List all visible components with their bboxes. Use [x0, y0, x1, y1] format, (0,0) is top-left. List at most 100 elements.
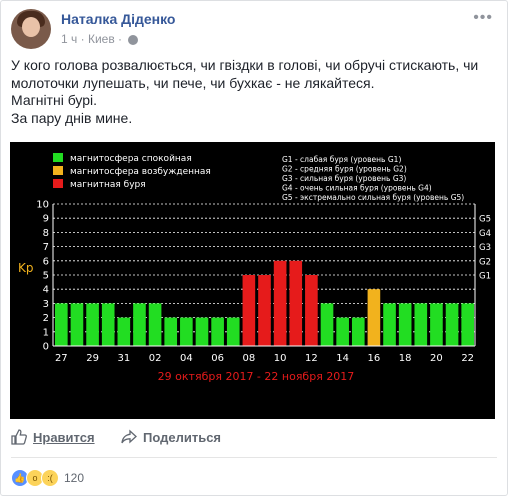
- bar: [367, 289, 381, 346]
- g-level-label: G2: [479, 257, 491, 267]
- post-text-line: За пару днів мине.: [11, 109, 133, 126]
- post-time[interactable]: 1 ч: [61, 32, 77, 46]
- bar: [86, 303, 99, 346]
- post-card: Наталка Діденко 1 ч · Киев · ••• У кого …: [0, 0, 508, 496]
- legend-swatch: [53, 179, 63, 188]
- bar: [180, 317, 193, 346]
- y-tick-label: 1: [43, 327, 49, 338]
- avatar-face: [22, 17, 40, 37]
- bar: [148, 303, 162, 346]
- like-label: Нравится: [33, 429, 95, 445]
- y-tick-label: 3: [43, 299, 49, 310]
- bar: [226, 317, 240, 346]
- bar: [461, 303, 474, 346]
- sad-reaction-icon: :(: [41, 469, 59, 487]
- legend-label: магнитосфера спокойная: [70, 154, 192, 164]
- bar: [164, 317, 178, 346]
- bar: [70, 303, 84, 346]
- bar: [351, 317, 365, 346]
- bar: [320, 303, 334, 346]
- date-range-label: 29 октября 2017 - 22 ноября 2017: [158, 370, 355, 383]
- bar: [430, 303, 443, 346]
- thumb-up-icon: [11, 429, 27, 445]
- post-actions: Нравится Поделиться: [11, 427, 497, 451]
- x-tick-label: 31: [117, 353, 130, 364]
- bar: [195, 317, 209, 346]
- y-tick-label: 6: [43, 256, 49, 267]
- x-tick-label: 02: [149, 353, 162, 364]
- x-tick-label: 14: [336, 353, 349, 364]
- globe-icon: [128, 34, 139, 45]
- kp-chart-svg: магнитосфера спокойная магнитосфера возбу…: [18, 153, 491, 383]
- divider: [11, 457, 497, 458]
- reactions-bar[interactable]: 👍 o :( 120: [11, 469, 84, 487]
- g-level-label: G4: [479, 229, 491, 239]
- bar: [398, 303, 412, 346]
- g-legend-label: G3 - сильная буря (уровень G3): [282, 174, 406, 183]
- y-tick-label: 2: [43, 313, 49, 324]
- bar: [414, 303, 428, 346]
- legend: магнитосфера спокойная магнитосфера возбу…: [53, 153, 464, 202]
- bar: [336, 317, 349, 346]
- post-meta: 1 ч · Киев ·: [61, 32, 139, 46]
- g-level-label: G1: [479, 272, 491, 282]
- legend-swatch: [53, 153, 63, 162]
- x-tick-label: 22: [461, 353, 474, 364]
- bar: [211, 317, 224, 346]
- post-text-line: Магнітні бурі.: [11, 92, 98, 108]
- bar: [273, 260, 287, 346]
- y-tick-label: 7: [43, 242, 49, 253]
- bar: [383, 303, 396, 346]
- x-tick-label: 10: [274, 353, 287, 364]
- legend-swatch: [53, 166, 63, 175]
- g-legend-label: G2 - средняя буря (уровень G2): [282, 165, 407, 174]
- bar: [101, 303, 115, 346]
- share-arrow-icon: [121, 429, 137, 444]
- post-text: У кого голова розвалюється, чи гвіздки в…: [11, 57, 495, 127]
- y-tick-label: 4: [43, 285, 49, 296]
- x-tick-label: 16: [368, 353, 381, 364]
- g-legend-label: G1 - слабая буря (уровень G1): [282, 155, 401, 164]
- x-tick-label: 20: [430, 353, 443, 364]
- g-legend-label: G5 - экстремально сильная буря (уровень …: [282, 193, 464, 202]
- bar: [305, 275, 318, 346]
- meta-separator: ·: [80, 32, 88, 46]
- y-tick-label: 10: [36, 200, 49, 211]
- post-text-line: У кого голова розвалюється, чи гвіздки в…: [11, 57, 479, 73]
- x-tick-label: 08: [243, 353, 256, 364]
- like-button[interactable]: Нравится: [11, 429, 95, 445]
- kp-index-chart[interactable]: магнитосфера спокойная магнитосфера возбу…: [10, 142, 495, 419]
- x-tick-label: 27: [55, 353, 68, 364]
- legend-label: магнитосфера возбужденная: [70, 167, 211, 177]
- avatar[interactable]: [11, 9, 51, 49]
- bar: [117, 317, 131, 346]
- y-axis-label: Kp: [18, 261, 34, 275]
- more-options-icon[interactable]: •••: [473, 9, 493, 27]
- y-tick-label: 5: [43, 271, 49, 282]
- x-tick-label: 12: [305, 353, 318, 364]
- g-level-label: G3: [479, 243, 491, 253]
- y-tick-label: 0: [43, 342, 49, 353]
- x-tick-label: 04: [180, 353, 193, 364]
- bar: [55, 303, 68, 346]
- author-name[interactable]: Наталка Діденко: [61, 11, 175, 27]
- y-tick-label: 9: [43, 214, 49, 225]
- share-label: Поделиться: [143, 429, 222, 445]
- x-tick-label: 18: [399, 353, 412, 364]
- bar: [133, 303, 146, 346]
- bar: [445, 303, 459, 346]
- g-level-label: G5: [479, 215, 491, 225]
- g-legend-label: G4 - очень сильная буря (уровень G4): [282, 184, 432, 193]
- x-tick-label: 29: [86, 353, 99, 364]
- y-tick-label: 8: [43, 228, 49, 239]
- reaction-count[interactable]: 120: [64, 471, 84, 485]
- legend-label: магнитная буря: [70, 180, 146, 190]
- bar: [289, 260, 303, 346]
- post-text-line: молоточки лупешать, чи пече, чи бухкає -…: [11, 74, 375, 91]
- x-tick-label: 06: [211, 353, 224, 364]
- bar: [258, 275, 271, 346]
- share-button[interactable]: Поделиться: [121, 429, 221, 445]
- meta-separator-2: ·: [118, 32, 126, 46]
- bar: [242, 275, 256, 346]
- post-place[interactable]: Киев: [88, 32, 115, 46]
